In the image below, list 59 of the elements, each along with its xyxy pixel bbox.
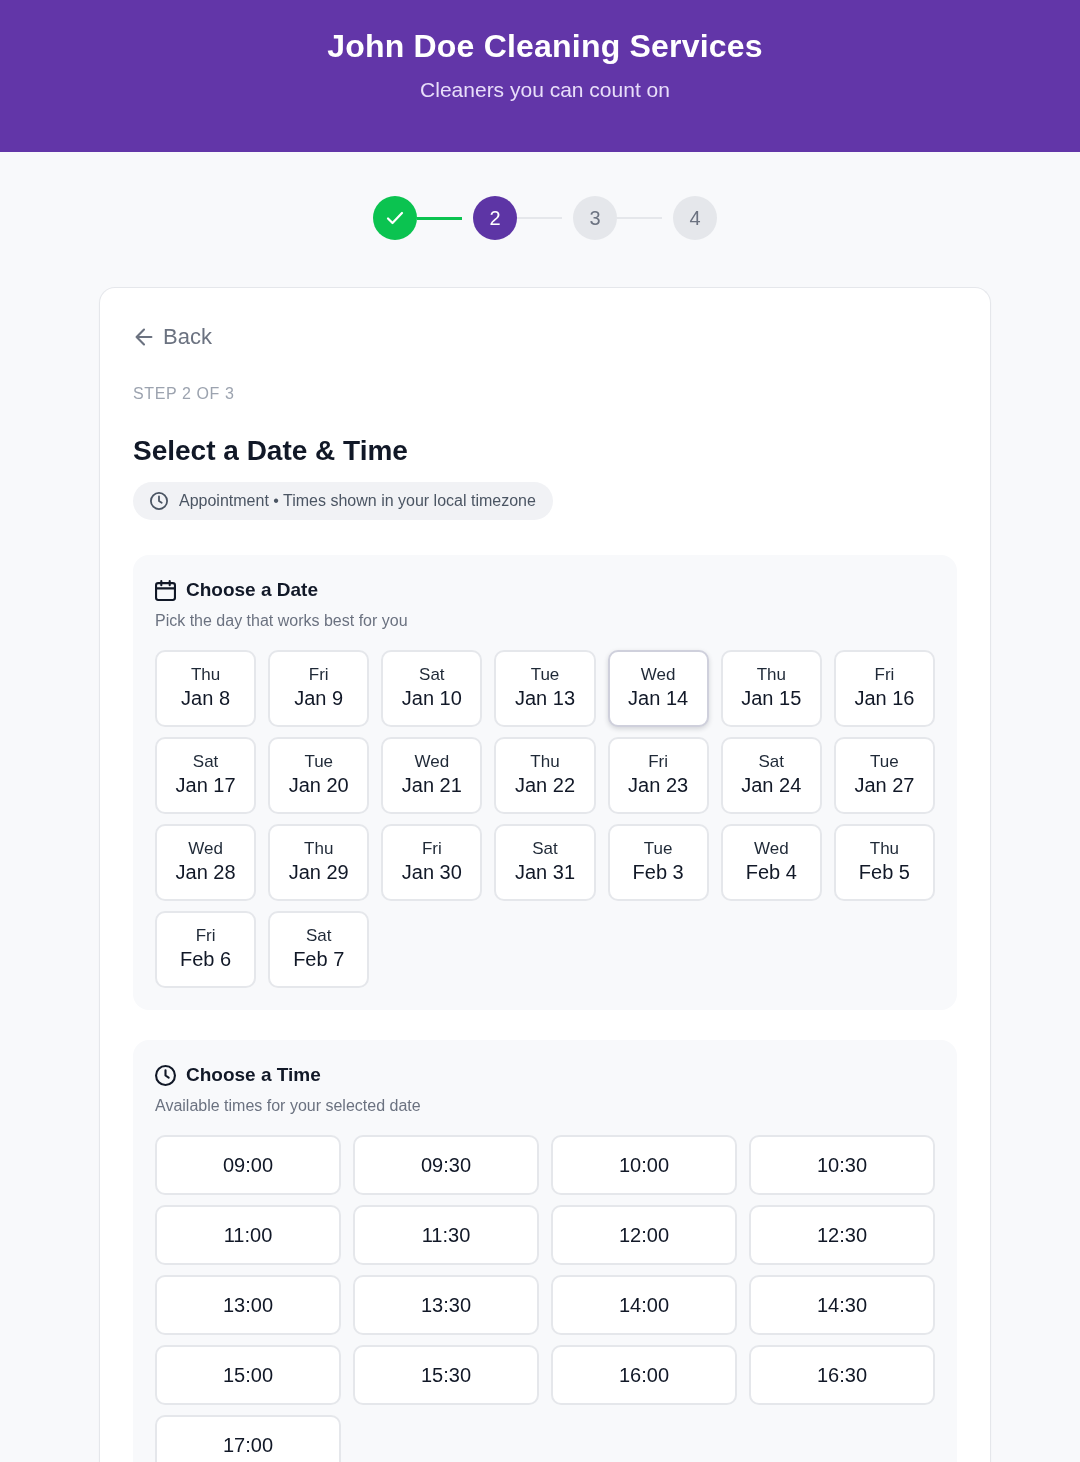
date-option[interactable]: Fri Jan 9 bbox=[268, 650, 370, 727]
time-option[interactable]: 09:00 bbox=[155, 1135, 341, 1195]
step-circle: 3 bbox=[573, 196, 617, 240]
time-option[interactable]: 13:30 bbox=[353, 1275, 539, 1335]
page-title: Select a Date & Time bbox=[133, 434, 409, 468]
time-option[interactable]: 12:30 bbox=[749, 1205, 935, 1265]
date-option[interactable]: Tue Feb 3 bbox=[607, 824, 709, 901]
date-option[interactable]: Thu Jan 22 bbox=[494, 737, 596, 814]
step-circle: 2 bbox=[473, 196, 517, 240]
date-option[interactable]: Wed Jan 21 bbox=[381, 737, 483, 814]
date-option[interactable]: Thu Feb 5 bbox=[833, 824, 935, 901]
section-title: Choose a Time bbox=[186, 1063, 321, 1087]
calendar-icon bbox=[155, 579, 176, 601]
date-option[interactable]: Wed Jan 14 bbox=[607, 650, 709, 727]
date-option[interactable]: Thu Jan 8 bbox=[155, 650, 257, 727]
time-option[interactable]: 11:00 bbox=[155, 1205, 341, 1265]
date-option[interactable]: Sat Jan 31 bbox=[494, 824, 596, 901]
date-option[interactable]: Fri Feb 6 bbox=[155, 911, 257, 988]
time-option[interactable]: 15:30 bbox=[353, 1345, 539, 1405]
date-option[interactable]: Thu Jan 15 bbox=[720, 650, 822, 727]
step-caption: STEP 2 OF 3 bbox=[133, 384, 236, 404]
date-option[interactable]: Wed Feb 4 bbox=[720, 824, 822, 901]
time-option[interactable]: 14:00 bbox=[551, 1275, 737, 1335]
time-option[interactable]: 15:00 bbox=[155, 1345, 341, 1405]
arrow-left-icon bbox=[135, 328, 153, 346]
date-option[interactable]: Sat Feb 7 bbox=[268, 911, 370, 988]
time-option[interactable]: 11:30 bbox=[353, 1205, 539, 1265]
date-option[interactable]: Tue Jan 13 bbox=[494, 650, 596, 727]
back-link[interactable]: Back bbox=[133, 324, 212, 350]
date-option[interactable]: Wed Jan 28 bbox=[155, 824, 257, 901]
time-option[interactable]: 16:00 bbox=[551, 1345, 737, 1405]
time-option[interactable]: 10:00 bbox=[551, 1135, 737, 1195]
time-option[interactable]: 10:30 bbox=[749, 1135, 935, 1195]
time-option[interactable]: 09:30 bbox=[353, 1135, 539, 1195]
date-option[interactable]: Tue Jan 27 bbox=[833, 737, 935, 814]
step-circle: 4 bbox=[673, 196, 717, 240]
date-option[interactable]: Sat Jan 10 bbox=[381, 650, 483, 727]
date-option[interactable]: Fri Jan 16 bbox=[833, 650, 935, 727]
date-option[interactable]: Thu Jan 29 bbox=[268, 824, 370, 901]
time-option[interactable]: 13:00 bbox=[155, 1275, 341, 1335]
section-subtitle: Pick the day that works best for you bbox=[155, 611, 409, 631]
date-option[interactable]: Sat Jan 17 bbox=[155, 737, 257, 814]
date-option[interactable]: Tue Jan 20 bbox=[268, 737, 370, 814]
clock-icon bbox=[155, 1064, 176, 1086]
date-option[interactable]: Fri Jan 23 bbox=[607, 737, 709, 814]
date-option[interactable]: Fri Jan 30 bbox=[381, 824, 483, 901]
time-option[interactable]: 17:00 bbox=[155, 1415, 341, 1462]
check-icon bbox=[373, 196, 417, 240]
timezone-note: Appointment • Times shown in your local timezone bbox=[179, 492, 536, 510]
date-option[interactable]: Sat Jan 24 bbox=[720, 737, 822, 814]
section-title: Choose a Date bbox=[186, 578, 318, 602]
step-connector bbox=[417, 216, 462, 220]
site-title: John Doe Cleaning Services bbox=[327, 27, 763, 66]
time-option[interactable]: 16:30 bbox=[749, 1345, 935, 1405]
time-option[interactable]: 12:00 bbox=[551, 1205, 737, 1265]
clock-icon bbox=[150, 492, 168, 510]
time-option[interactable]: 14:30 bbox=[749, 1275, 935, 1335]
site-tagline: Cleaners you can count on bbox=[420, 77, 670, 103]
section-subtitle: Available times for your selected date bbox=[155, 1096, 422, 1116]
